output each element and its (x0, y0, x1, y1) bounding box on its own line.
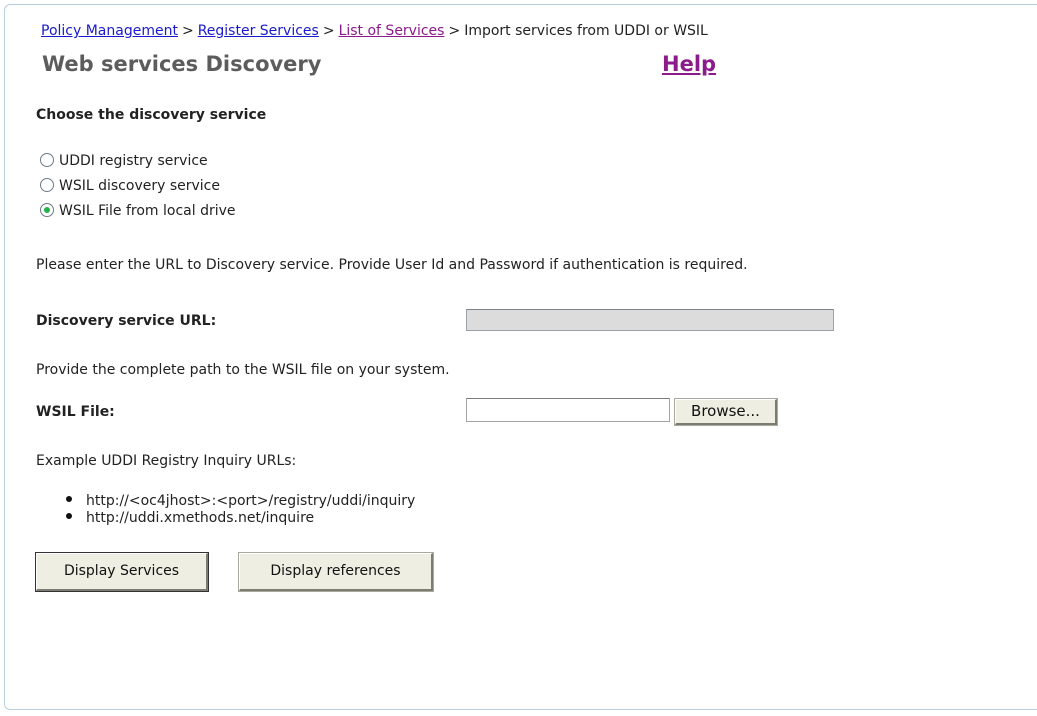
radio-button[interactable] (40, 178, 54, 192)
breadcrumb-current: Import services from UDDI or WSIL (464, 23, 708, 39)
breadcrumb-link-policy-management[interactable]: Policy Management (41, 23, 178, 39)
breadcrumb-link-list-of-services[interactable]: List of Services (339, 23, 445, 39)
example-url-list: http://<oc4jhost>:<port>/registry/uddi/i… (66, 493, 415, 527)
discovery-section-title: Choose the discovery service (36, 107, 267, 123)
browse-button[interactable]: Browse... (674, 398, 778, 426)
examples-heading: Example UDDI Registry Inquiry URLs: (36, 453, 297, 469)
radio-option-wsil-file[interactable]: WSIL File from local drive (40, 201, 236, 221)
wsil-file-input[interactable] (466, 398, 670, 422)
example-url: http://<oc4jhost>:<port>/registry/uddi/i… (86, 493, 416, 509)
discovery-url-label: Discovery service URL: (36, 313, 217, 329)
radio-button[interactable] (40, 153, 54, 167)
list-item: http://uddi.xmethods.net/inquire (66, 510, 415, 527)
example-url: http://uddi.xmethods.net/inquire (86, 510, 315, 526)
display-services-button[interactable]: Display Services (35, 552, 209, 592)
breadcrumb-separator: > (448, 23, 461, 39)
bullet-icon (66, 496, 72, 502)
breadcrumb-separator: > (322, 23, 335, 39)
radio-option-uddi[interactable]: UDDI registry service (40, 151, 208, 171)
help-link[interactable]: Help (662, 49, 716, 79)
display-references-button[interactable]: Display references (238, 552, 434, 592)
list-item: http://<oc4jhost>:<port>/registry/uddi/i… (66, 493, 415, 510)
radio-option-wsil-discovery[interactable]: WSIL discovery service (40, 176, 220, 196)
page-title: Web services Discovery (42, 52, 322, 76)
breadcrumb-separator: > (181, 23, 194, 39)
discovery-url-input[interactable] (466, 309, 834, 331)
url-instruction: Please enter the URL to Discovery servic… (36, 257, 748, 273)
radio-label: WSIL discovery service (59, 178, 220, 194)
bullet-icon (66, 513, 72, 519)
wsil-file-label: WSIL File: (36, 404, 115, 420)
radio-label: UDDI registry service (59, 153, 208, 169)
radio-label: WSIL File from local drive (59, 203, 236, 219)
breadcrumb: Policy Management > Register Services > List… (41, 21, 708, 41)
breadcrumb-link-register-services[interactable]: Register Services (198, 23, 319, 39)
radio-button-selected[interactable] (40, 203, 54, 217)
file-instruction: Provide the complete path to the WSIL fi… (36, 362, 450, 378)
